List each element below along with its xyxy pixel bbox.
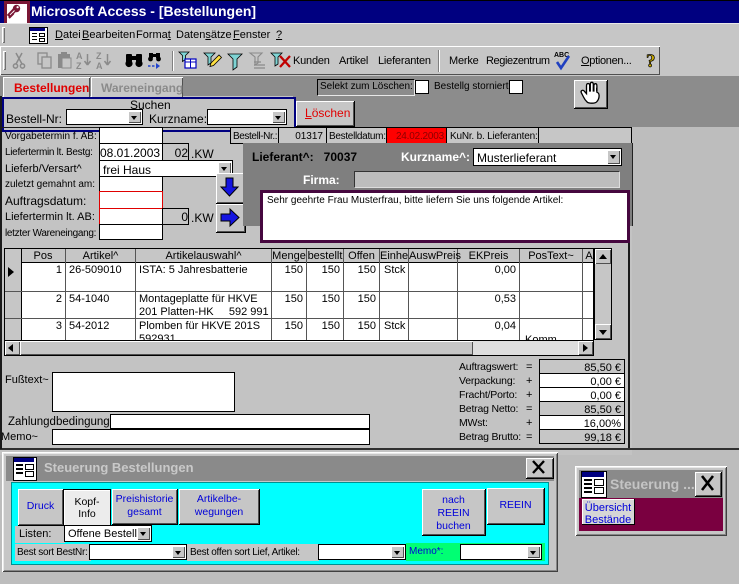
svg-text:Z: Z [76,61,82,71]
svg-text:A: A [96,61,103,71]
svg-text:Z: Z [96,51,102,61]
svg-text:A: A [76,51,83,61]
svg-text:?: ? [646,51,656,72]
